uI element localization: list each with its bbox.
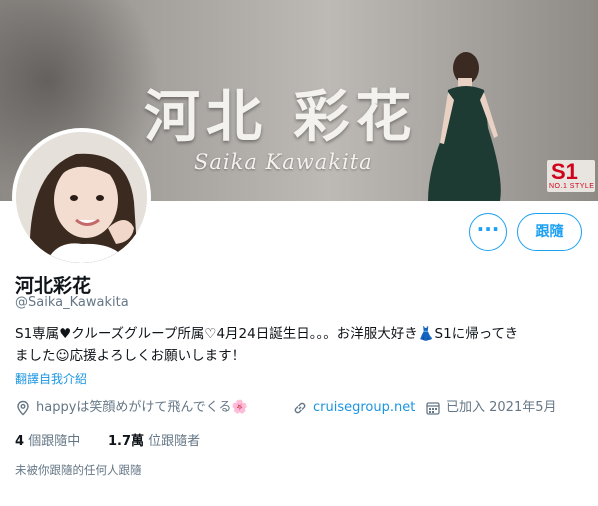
joined-text: 已加入 2021年5月 — [446, 400, 557, 415]
avatar-portrait — [16, 132, 147, 263]
more-options-button[interactable]: ··· — [469, 213, 507, 251]
link-icon — [294, 402, 306, 414]
following-count: 4 — [15, 434, 25, 449]
more-icon: ··· — [476, 217, 500, 241]
user-handle: @Saika_Kawakita — [15, 295, 129, 310]
followers-you-know-note: 未被你跟隨的任何人跟隨 — [15, 463, 142, 477]
location-pin-icon — [17, 400, 29, 416]
followers-count: 1.7萬 — [108, 434, 145, 449]
banner-figure — [428, 52, 501, 201]
followers-label: 位跟隨者 — [148, 434, 201, 449]
s1-logo-subtitle: NO.1 STYLE — [549, 183, 595, 190]
s1-logo-mark: S1 — [551, 159, 578, 184]
bio-line: ました☺応援よろしくお願いします！ — [15, 348, 246, 364]
followers-stat[interactable]: 1.7萬 位跟隨者 — [108, 430, 200, 449]
display-name: 河北彩花 — [15, 275, 92, 297]
profile-bio: S1専属♥クルーズグループ所属♡4月24日誕生日。。。お洋服大好き👗S1に帰って… — [15, 323, 585, 367]
following-stat[interactable]: 4 個跟隨中 — [15, 430, 80, 449]
s1-logo: S1 NO.1 STYLE — [547, 160, 595, 192]
following-label: 個跟隨中 — [28, 434, 81, 449]
location-text: happyは笑顔めがけて飛んでくる🌸 — [36, 400, 248, 415]
translate-bio-link[interactable]: 翻譯自我介紹 — [15, 370, 87, 387]
bio-line: S1専属♥クルーズグループ所属♡4月24日誕生日。。。お洋服大好き👗S1に帰って… — [15, 326, 519, 342]
profile-avatar[interactable] — [12, 128, 151, 267]
banner-name-text: 河北 彩花 — [144, 84, 418, 150]
banner-sub-text: Saika Kawakita — [194, 150, 373, 174]
calendar-icon — [426, 402, 440, 415]
website-link[interactable]: cruisegroup.net — [313, 398, 415, 418]
follow-button[interactable]: 跟隨 — [517, 213, 582, 251]
